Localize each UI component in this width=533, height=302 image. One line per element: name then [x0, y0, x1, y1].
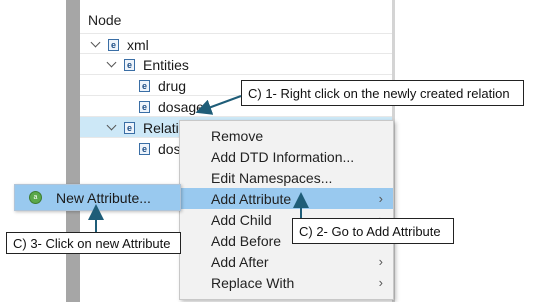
- submenu-new-attribute[interactable]: a New Attribute...: [14, 184, 181, 211]
- menu-item-remove[interactable]: Remove: [180, 125, 393, 146]
- menu-item-replace-with[interactable]: Replace With ›: [180, 272, 393, 293]
- menu-item-add-attribute[interactable]: Add Attribute ›: [180, 188, 393, 209]
- callout-step-1: C) 1- Right click on the newly created r…: [241, 80, 524, 106]
- tree-row-xml[interactable]: e xml: [80, 33, 392, 55]
- menu-item-edit-namespaces[interactable]: Edit Namespaces...: [180, 167, 393, 188]
- tree-node-label: xml: [127, 36, 149, 53]
- tree-node-label: Entities: [143, 56, 189, 73]
- callout-step-2: C) 2- Go to Add Attribute: [292, 218, 454, 244]
- chevron-down-icon[interactable]: [106, 59, 118, 71]
- element-icon: e: [108, 38, 119, 51]
- chevron-right-icon: ›: [378, 254, 383, 269]
- element-icon: e: [139, 79, 150, 92]
- submenu-item-label: New Attribute...: [56, 189, 151, 206]
- chevron-right-icon: ›: [378, 275, 383, 290]
- element-icon: e: [139, 142, 150, 155]
- chevron-down-icon[interactable]: [106, 122, 118, 134]
- node-column-header: Node: [88, 12, 122, 28]
- element-icon: e: [124, 121, 135, 134]
- tree-node-label: drug: [158, 77, 187, 94]
- menu-item-add-dtd-information[interactable]: Add DTD Information...: [180, 146, 393, 167]
- element-icon: e: [139, 100, 150, 113]
- callout-step-3: C) 3- Click on new Attribute: [6, 232, 181, 254]
- tree-node-label: dosage: [158, 98, 204, 115]
- attribute-icon: a: [29, 191, 42, 204]
- chevron-right-icon: ›: [378, 191, 383, 206]
- element-icon: e: [124, 58, 135, 71]
- chevron-down-icon[interactable]: [90, 39, 102, 51]
- tree-row-entities[interactable]: e Entities: [80, 53, 392, 75]
- menu-item-add-after[interactable]: Add After ›: [180, 251, 393, 272]
- left-gutter: [66, 0, 80, 302]
- context-menu: Remove Add DTD Information... Edit Names…: [179, 120, 394, 300]
